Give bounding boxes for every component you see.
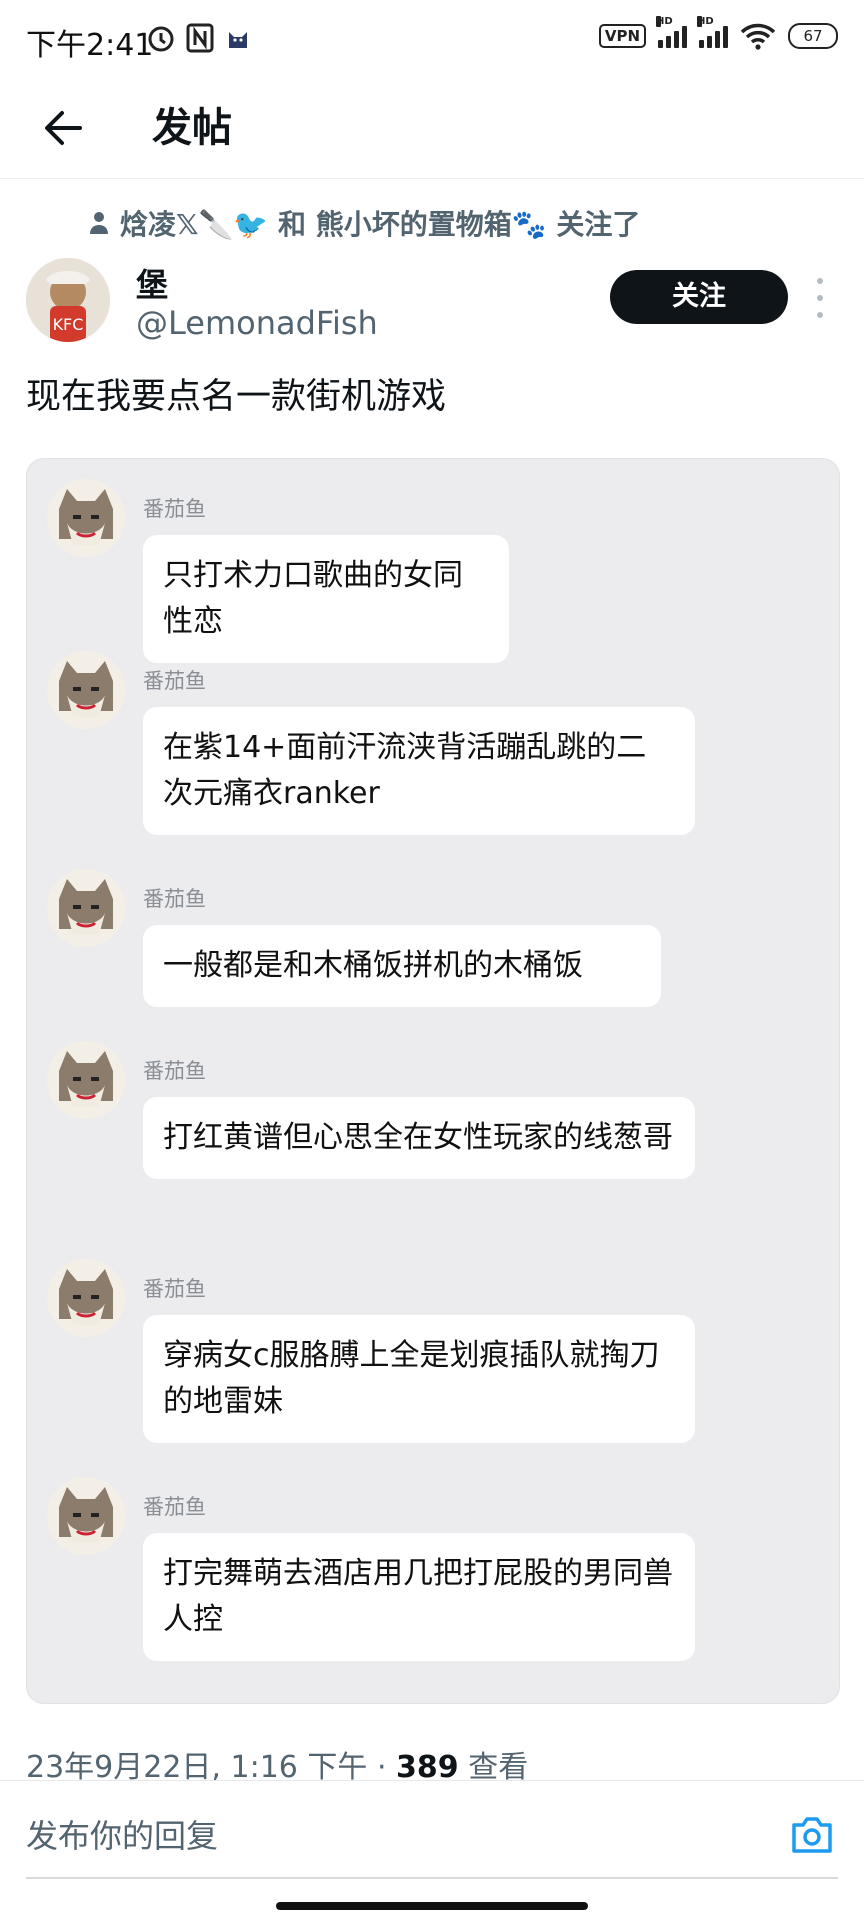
page-title: 发帖 xyxy=(152,105,232,151)
chat-bubble: 只打术力口歌曲的女同性恋 xyxy=(143,535,509,663)
chat-bubble: 一般都是和木桶饭拼机的木桶饭 xyxy=(143,925,661,1007)
vpn-icon: VPN xyxy=(598,24,646,48)
chat-bubble: 打红黄谱但心思全在女性玩家的线葱哥 xyxy=(143,1097,695,1179)
chat-avatar xyxy=(47,1477,125,1555)
alarm-icon xyxy=(148,26,174,52)
battery-icon: 67 xyxy=(788,23,838,49)
reply-bar: 发布你的回复 xyxy=(0,1780,864,1893)
svg-text:KFC: KFC xyxy=(53,315,84,334)
author-avatar-image: KFC xyxy=(26,258,110,342)
status-bar: 下午2:41 VPN HD HD 67 xyxy=(0,0,864,78)
chat-avatar xyxy=(47,651,125,729)
chat-sender: 番茄鱼 xyxy=(143,1495,206,1519)
hd-label-2: HD xyxy=(697,16,714,27)
status-time: 下午2:41 xyxy=(26,28,154,63)
signal-icon-2: HD xyxy=(697,16,728,48)
home-indicator[interactable] xyxy=(276,1902,588,1910)
nfc-icon xyxy=(186,23,214,53)
chat-sender: 番茄鱼 xyxy=(143,669,206,693)
cat-app-icon xyxy=(229,32,247,48)
status-system-icons: VPN HD HD 67 xyxy=(598,16,838,50)
wolf-avatar-icon xyxy=(47,1259,125,1337)
hd-label: HD xyxy=(656,16,673,27)
arrow-left-icon[interactable] xyxy=(36,100,92,156)
wolf-avatar-icon xyxy=(47,1477,125,1555)
author-name[interactable]: 堡 xyxy=(136,260,168,306)
chat-avatar xyxy=(47,869,125,947)
social-context[interactable]: 焓凌𝕏🔪🐦 和 熊小坏的置物箱🐾 关注了 xyxy=(88,203,640,243)
more-vertical-icon[interactable] xyxy=(810,278,830,318)
chat-avatar xyxy=(47,479,125,557)
author-handle[interactable]: @LemonadFish xyxy=(136,304,378,342)
chat-avatar xyxy=(47,1259,125,1337)
social-context-text: 焓凌𝕏🔪🐦 和 熊小坏的置物箱🐾 关注了 xyxy=(120,208,641,241)
follow-button[interactable]: 关注 xyxy=(610,270,788,324)
tweet-text: 现在我要点名一款街机游戏 xyxy=(26,377,447,417)
tweet-media-image[interactable]: 番茄鱼 只打术力口歌曲的女同性恋 番茄鱼 在紫14+面前汗流浃背活蹦乱跳的二次元… xyxy=(26,458,840,1704)
divider xyxy=(26,1877,838,1879)
reply-input[interactable]: 发布你的回复 xyxy=(26,1811,218,1857)
wolf-avatar-icon xyxy=(47,479,125,557)
wolf-avatar-icon xyxy=(47,651,125,729)
wolf-avatar-icon xyxy=(47,1041,125,1119)
chat-bubble: 穿病女c服胳膊上全是划痕插队就掏刀的地雷妹 xyxy=(143,1315,695,1443)
chat-avatar xyxy=(47,1041,125,1119)
signal-icon: HD xyxy=(656,16,687,48)
chat-bubble: 在紫14+面前汗流浃背活蹦乱跳的二次元痛衣ranker xyxy=(143,707,695,835)
wolf-avatar-icon xyxy=(47,869,125,947)
person-icon xyxy=(90,212,108,234)
chat-sender: 番茄鱼 xyxy=(143,497,206,521)
camera-icon[interactable] xyxy=(786,1809,838,1861)
wifi-icon xyxy=(740,23,776,50)
chat-sender: 番茄鱼 xyxy=(143,887,206,911)
author-avatar[interactable]: KFC xyxy=(26,258,110,342)
status-notification-icons xyxy=(146,20,252,56)
top-app-bar: 发帖 xyxy=(0,78,864,179)
chat-sender: 番茄鱼 xyxy=(143,1059,206,1083)
chat-sender: 番茄鱼 xyxy=(143,1277,206,1301)
chat-bubble: 打完舞萌去酒店用几把打屁股的男同兽人控 xyxy=(143,1533,695,1661)
